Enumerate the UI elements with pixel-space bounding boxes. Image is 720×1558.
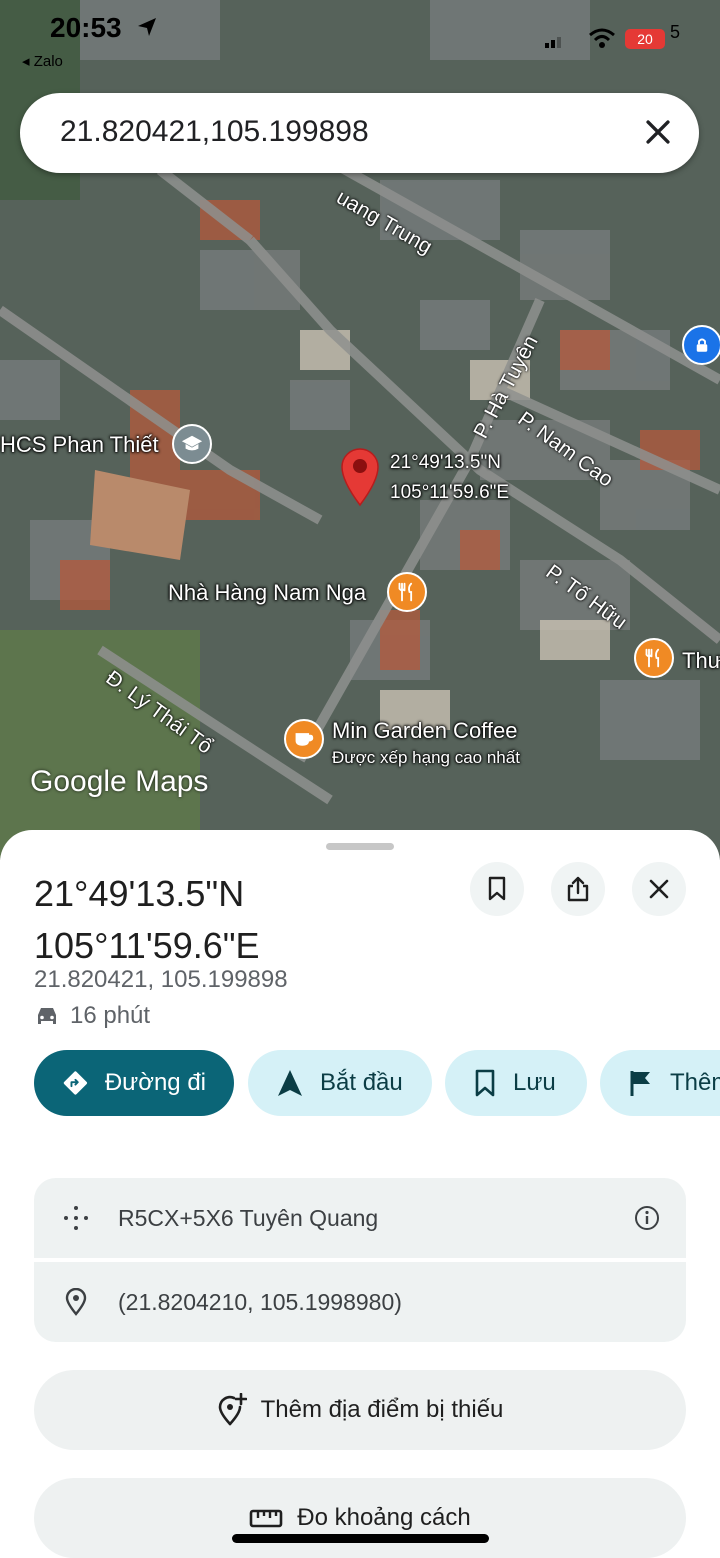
save-label: Lưu — [513, 1069, 556, 1096]
signal-icon — [545, 37, 561, 48]
share-icon — [567, 876, 589, 902]
close-icon — [649, 879, 669, 899]
place-title-lng: 105°11'59.6"E — [34, 925, 260, 966]
search-query[interactable]: 21.820421,105.199898 — [60, 115, 369, 149]
place-sheet: 21°49'13.5"N 105°11'59.6"E 21.820421, 10… — [0, 830, 720, 1558]
navigation-arrow-icon — [278, 1070, 302, 1096]
add-missing-place-button[interactable]: Thêm địa điểm bị thiếu — [34, 1370, 686, 1450]
add-location-icon — [218, 1393, 247, 1426]
share-button[interactable] — [551, 862, 605, 916]
place-title-lat: 21°49'13.5"N — [34, 873, 245, 914]
add-missing-place-label: Thêm địa điểm bị thiếu — [260, 1396, 504, 1423]
directions-button[interactable]: Đường đi — [34, 1050, 234, 1116]
location-arrow-icon — [138, 18, 156, 36]
pin-lat-label: 21°49'13.5"N — [390, 452, 501, 473]
plus-code-row[interactable]: R5CX+5X6 Tuyên Quang — [34, 1178, 686, 1258]
more-button[interactable]: Thêm — [600, 1050, 720, 1116]
restaurant-label[interactable]: Nhà Hàng Nam Nga — [168, 580, 366, 606]
directions-icon — [63, 1071, 88, 1095]
clear-search-icon[interactable] — [641, 115, 675, 149]
action-chips: Đường đi Bắt đầu Lưu Thêm — [34, 1050, 720, 1118]
restaurant-thu-icon[interactable] — [634, 638, 674, 678]
start-label: Bắt đầu — [320, 1069, 403, 1096]
school-label[interactable]: HCS Phan Thiết — [0, 432, 159, 458]
flag-icon — [630, 1071, 650, 1096]
measure-distance-label: Đo khoảng cách — [297, 1504, 471, 1531]
location-marker-icon — [65, 1288, 87, 1316]
ruler-icon — [249, 1509, 283, 1528]
back-to-app[interactable]: ◂ Zalo — [22, 52, 63, 70]
lock-icon[interactable] — [682, 325, 720, 365]
thu-label[interactable]: Thư — [682, 648, 720, 674]
search-bar[interactable]: 21.820421,105.199898 — [20, 93, 699, 173]
plus-code-text: R5CX+5X6 Tuyên Quang — [118, 1204, 379, 1231]
coffee-rating-label: Được xếp hạng cao nhất — [332, 748, 520, 767]
wifi-icon — [589, 28, 615, 48]
bookmark-button[interactable] — [470, 862, 524, 916]
info-icon[interactable] — [634, 1205, 660, 1231]
google-maps-logo: Google Maps — [30, 765, 209, 798]
status-bar: 20:53 ◂ Zalo 20 5 — [0, 0, 720, 70]
more-label: Thêm — [670, 1069, 720, 1096]
decimal-coordinates: 21.820421, 105.199898 — [34, 966, 288, 993]
plus-code-icon — [64, 1206, 88, 1230]
save-button[interactable]: Lưu — [445, 1050, 587, 1116]
status-time: 20:53 — [50, 12, 122, 43]
place-title: 21°49'13.5"N 105°11'59.6"E — [34, 868, 260, 972]
bookmark-icon — [488, 876, 506, 901]
bookmark-save-icon — [475, 1069, 495, 1097]
coffee-label[interactable]: Min Garden Coffee — [332, 718, 517, 744]
pin-lng-label: 105°11'59.6"E — [390, 482, 510, 503]
start-button[interactable]: Bắt đầu — [248, 1050, 432, 1116]
map-view[interactable]: 20:53 ◂ Zalo 20 5 21.820421,105.199898 u… — [0, 0, 720, 860]
network-label: 5 — [670, 22, 681, 42]
directions-label: Đường đi — [104, 1069, 206, 1096]
decimal-coords-row[interactable]: (21.8204210, 105.1998980) — [34, 1262, 686, 1342]
school-icon[interactable] — [172, 424, 212, 464]
home-indicator[interactable] — [232, 1534, 489, 1543]
car-icon — [38, 1008, 56, 1024]
decimal-coords-text: (21.8204210, 105.1998980) — [118, 1288, 402, 1315]
battery-icon: 20 — [625, 29, 665, 49]
drive-time: 16 phút — [34, 1002, 150, 1030]
measure-distance-button[interactable]: Đo khoảng cách — [34, 1478, 686, 1558]
location-pin-icon[interactable] — [338, 445, 382, 507]
restaurant-icon[interactable] — [387, 572, 427, 612]
coffee-icon[interactable] — [284, 719, 324, 759]
location-info-card: R5CX+5X6 Tuyên Quang (21.8204210, 105.19… — [34, 1178, 686, 1342]
drive-time-label: 16 phút — [70, 1002, 151, 1029]
sheet-drag-handle[interactable] — [326, 843, 394, 850]
close-sheet-button[interactable] — [632, 862, 686, 916]
